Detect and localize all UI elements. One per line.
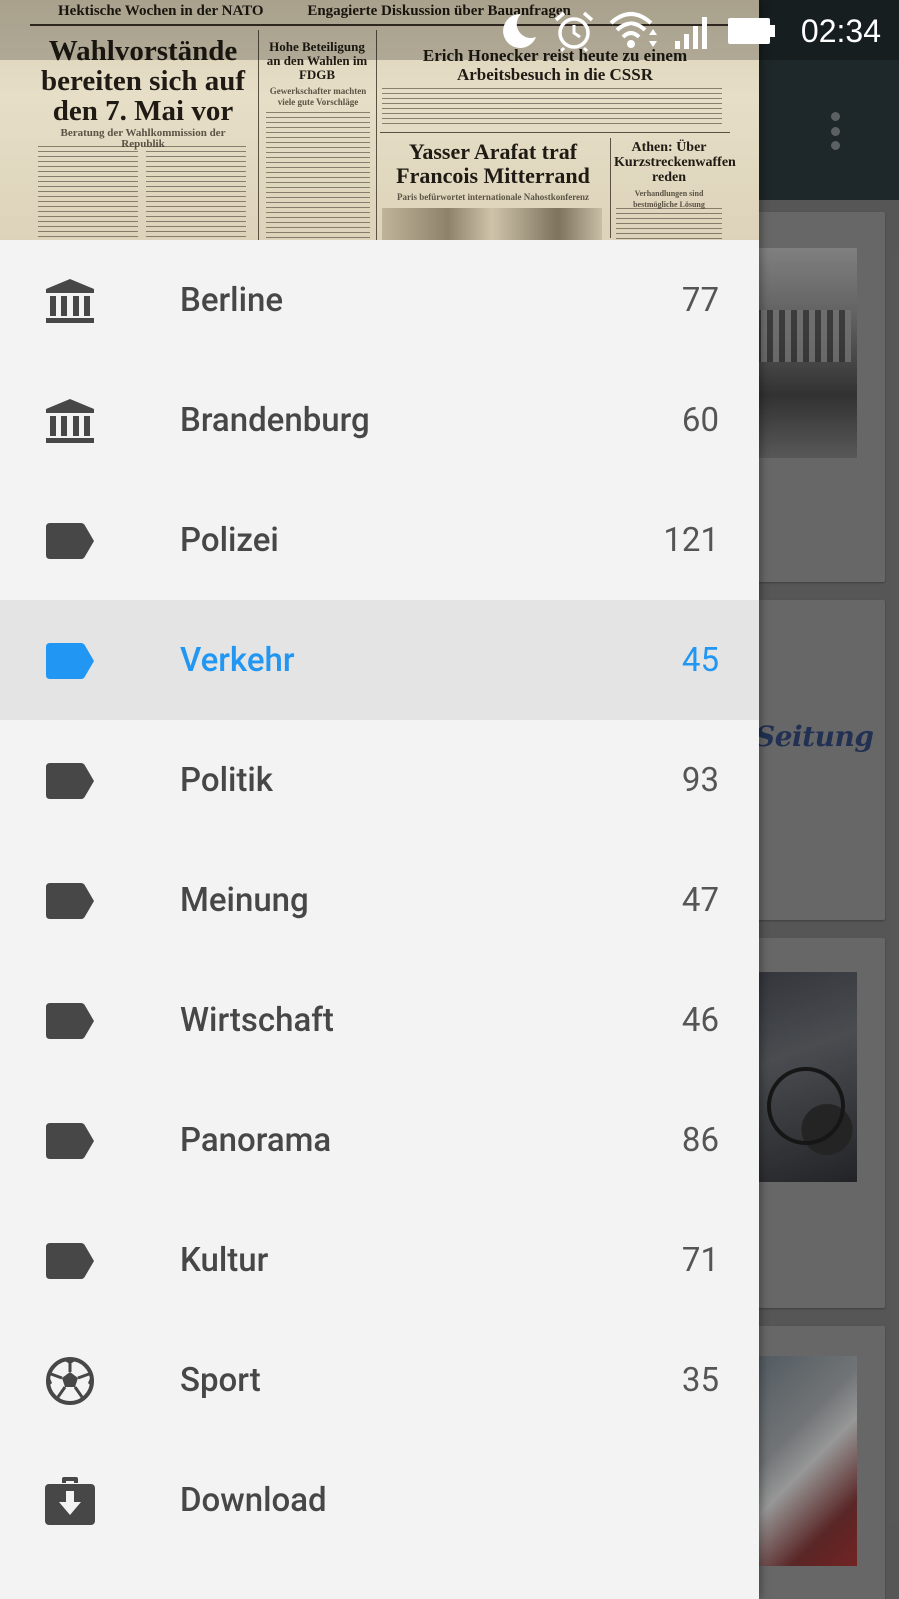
label-icon [44, 1235, 96, 1287]
battery-icon [727, 16, 777, 46]
menu-item-kultur[interactable]: Kultur 71 [0, 1200, 759, 1320]
menu-item-label: Sport [180, 1360, 261, 1400]
menu-item-label: Kultur [180, 1240, 269, 1280]
status-bar: 02:34 [0, 0, 899, 60]
menu-item-sport[interactable]: Sport 35 [0, 1320, 759, 1440]
menu-item-label: Verkehr [180, 640, 295, 680]
soccer-ball-icon [44, 1355, 96, 1407]
menu-item-count: 77 [681, 280, 719, 320]
label-icon [44, 995, 96, 1047]
label-icon [44, 755, 96, 807]
label-icon [44, 515, 96, 567]
status-time: 02:34 [800, 12, 881, 49]
menu-item-count: 121 [663, 520, 719, 560]
menu-item-verkehr[interactable]: Verkehr 45 [0, 600, 759, 720]
label-icon [44, 1115, 96, 1167]
signal-icon [673, 13, 713, 49]
label-icon [44, 875, 96, 927]
menu-item-politik[interactable]: Politik 93 [0, 720, 759, 840]
menu-item-count: 45 [681, 640, 719, 680]
label-icon [44, 635, 96, 687]
menu-item-count: 60 [681, 400, 719, 440]
newspaper-photo [382, 208, 602, 240]
wifi-icon [609, 11, 659, 51]
navigation-drawer: Hektische Wochen in der NATO Engagierte … [0, 0, 759, 1599]
menu-item-count: 47 [681, 880, 719, 920]
newspaper-col2-subline: Gewerkschafter machten viele gute Vorsch… [269, 86, 367, 107]
menu-item-label: Download [180, 1480, 327, 1520]
alarm-icon [553, 10, 595, 52]
menu-item-count: 71 [681, 1240, 719, 1280]
menu-item-count: 46 [681, 1000, 719, 1040]
newspaper-mid-subline: Paris befürwortet internationale Nahostk… [396, 192, 590, 202]
menu-item-label: Wirtschaft [180, 1000, 334, 1040]
moon-icon [499, 11, 539, 51]
menu-item-wirtschaft[interactable]: Wirtschaft 46 [0, 960, 759, 1080]
menu-item-label: Brandenburg [180, 400, 370, 440]
menu-item-label: Politik [180, 760, 274, 800]
menu-item-label: Berline [180, 280, 284, 320]
menu-item-download[interactable]: Download [0, 1440, 759, 1560]
category-menu: Berline 77 Brandenburg 60 Polizei 121 Ve… [0, 240, 759, 1560]
menu-item-label: Panorama [180, 1120, 332, 1160]
bank-icon [44, 275, 96, 327]
newspaper-side-subline: Verhandlungen sind bestmögliche Lösung [633, 189, 705, 209]
menu-item-count: 93 [681, 760, 719, 800]
menu-item-count: 86 [681, 1120, 719, 1160]
newspaper-side-headline: Athen: Über Kurzstreckenwaffen reden [614, 140, 736, 185]
menu-item-meinung[interactable]: Meinung 47 [0, 840, 759, 960]
menu-item-count: 35 [681, 1360, 719, 1400]
download-briefcase-icon [44, 1475, 96, 1527]
menu-item-polizei[interactable]: Polizei 121 [0, 480, 759, 600]
newspaper-mid-headline: Yasser Arafat traf Francois Mitterrand [396, 139, 590, 188]
menu-item-berline[interactable]: Berline 77 [0, 240, 759, 360]
menu-item-panorama[interactable]: Panorama 86 [0, 1080, 759, 1200]
menu-item-label: Meinung [180, 880, 309, 920]
menu-item-brandenburg[interactable]: Brandenburg 60 [0, 360, 759, 480]
menu-item-label: Polizei [180, 520, 279, 560]
bank-icon [44, 395, 96, 447]
